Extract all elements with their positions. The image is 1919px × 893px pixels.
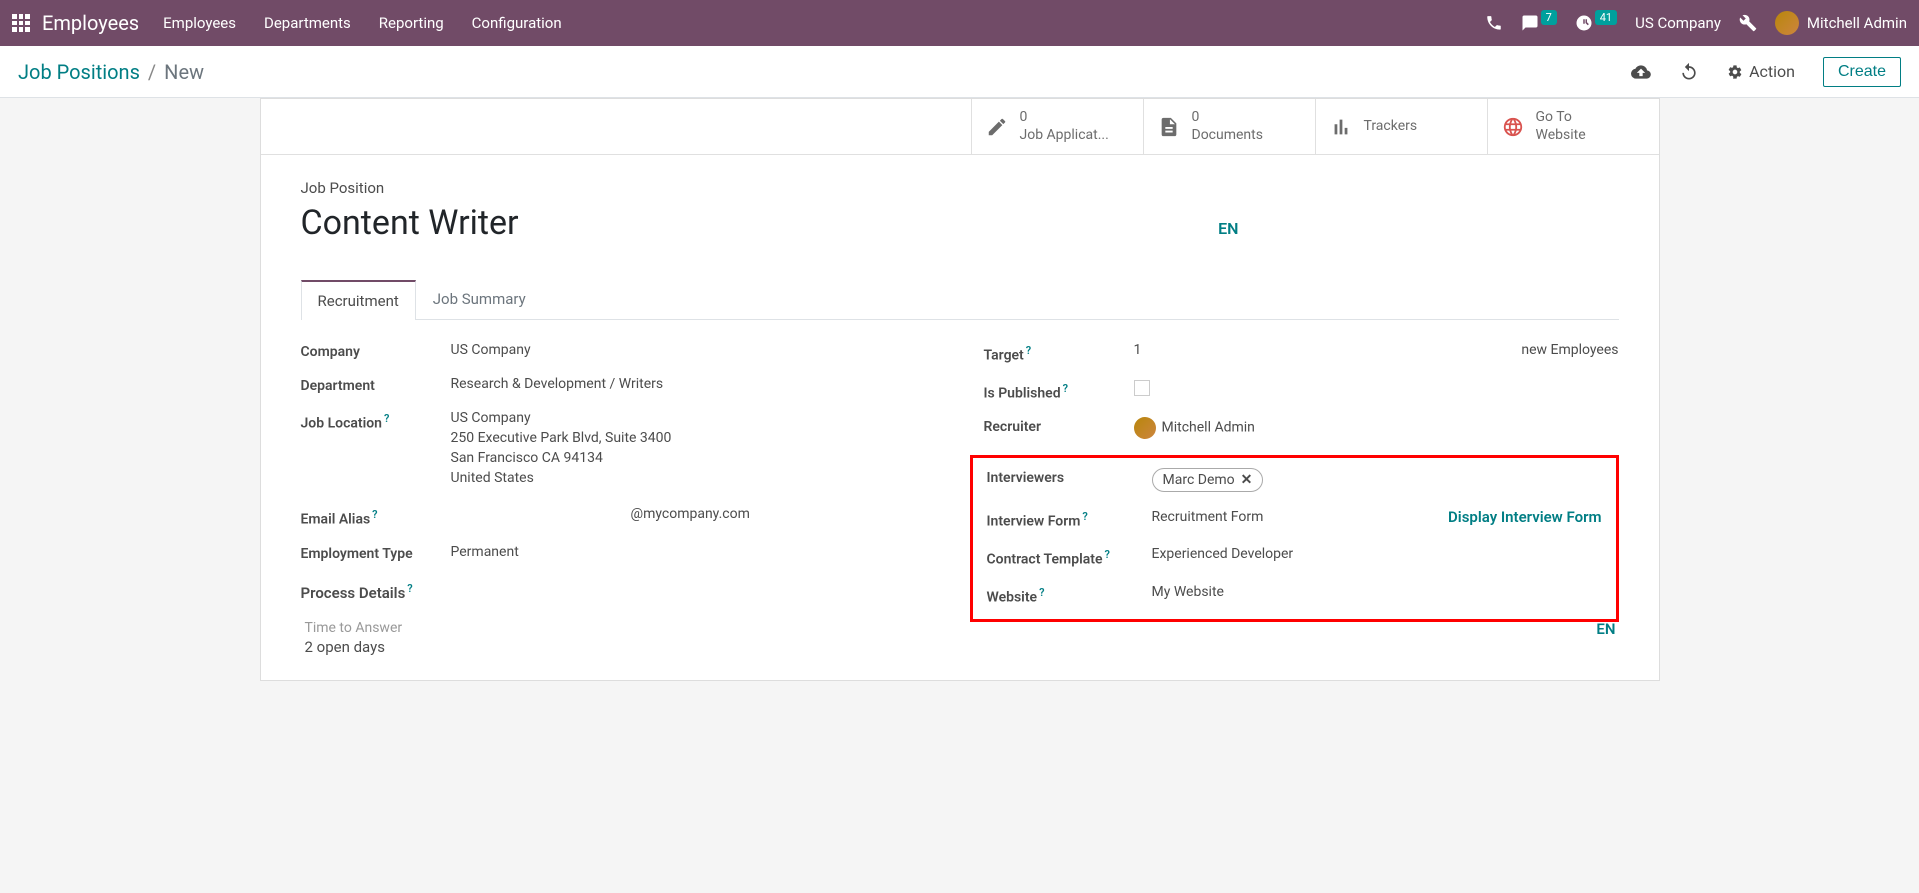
main-navbar: Employees Employees Departments Reportin…	[0, 0, 1919, 46]
employment-type-label: Employment Type	[301, 544, 451, 562]
stat-trackers[interactable]: Trackers	[1315, 99, 1487, 154]
voip-icon[interactable]	[1485, 14, 1503, 32]
nav-menu-reporting[interactable]: Reporting	[379, 14, 444, 32]
navbar-app-name[interactable]: Employees	[42, 11, 139, 35]
bar-chart-icon	[1330, 116, 1352, 138]
email-alias-label: Email Alias?	[301, 506, 451, 528]
department-label: Department	[301, 376, 451, 394]
help-icon[interactable]: ?	[1082, 510, 1087, 523]
tab-job-summary[interactable]: Job Summary	[416, 279, 543, 319]
target-value[interactable]: 1	[1134, 342, 1142, 358]
help-icon[interactable]: ?	[384, 412, 389, 425]
time-to-answer-value[interactable]: 2 open days	[305, 638, 936, 656]
stat-trackers-label: Trackers	[1364, 118, 1418, 136]
interviewers-label: Interviewers	[987, 468, 1152, 486]
company-switcher[interactable]: US Company	[1635, 14, 1721, 32]
contract-template-value[interactable]: Experienced Developer	[1152, 546, 1602, 562]
target-label: Target?	[984, 342, 1134, 364]
stat-website-label-2: Website	[1536, 127, 1586, 145]
nav-menu-employees[interactable]: Employees	[163, 14, 236, 32]
job-location-value[interactable]: US Company 250 Executive Park Blvd, Suit…	[451, 410, 936, 490]
user-menu[interactable]: Mitchell Admin	[1775, 11, 1907, 35]
department-value[interactable]: Research & Development / Writers	[451, 376, 936, 392]
tab-recruitment[interactable]: Recruitment	[301, 280, 416, 320]
recruiter-label: Recruiter	[984, 417, 1134, 435]
interviewer-tag[interactable]: Marc Demo ✕	[1152, 468, 1264, 492]
create-button[interactable]: Create	[1823, 57, 1901, 87]
time-to-answer-label: Time to Answer	[305, 620, 936, 636]
pencil-icon	[986, 116, 1008, 138]
form-col-left: Company US Company Department Research &…	[301, 342, 936, 656]
breadcrumb-root[interactable]: Job Positions	[18, 60, 140, 84]
website-field-value[interactable]: My Website	[1152, 584, 1602, 600]
stat-website-label-1: Go To	[1536, 109, 1586, 127]
lang-indicator[interactable]: EN	[1218, 219, 1238, 238]
recruiter-avatar	[1134, 417, 1156, 439]
action-label: Action	[1749, 62, 1795, 81]
stat-documents-count: 0	[1192, 109, 1263, 127]
breadcrumb-separator: /	[148, 60, 156, 84]
nav-menu-departments[interactable]: Departments	[264, 14, 351, 32]
job-position-title[interactable]: Content Writer	[301, 203, 1219, 243]
breadcrumb: Job Positions / New	[18, 60, 1631, 84]
interview-form-label: Interview Form?	[987, 508, 1152, 530]
title-label: Job Position	[301, 179, 1619, 197]
help-icon[interactable]: ?	[1105, 548, 1110, 561]
document-icon	[1158, 116, 1180, 138]
stat-job-app-label: Job Applicat...	[1020, 127, 1109, 145]
globe-icon	[1502, 116, 1524, 138]
action-dropdown[interactable]: Action	[1727, 62, 1795, 81]
cloud-save-icon[interactable]	[1631, 62, 1651, 82]
stat-go-to-website[interactable]: Go To Website	[1487, 99, 1659, 154]
help-icon[interactable]: ?	[372, 508, 377, 521]
debug-icon[interactable]	[1739, 14, 1757, 32]
stat-documents[interactable]: 0 Documents	[1143, 99, 1315, 154]
user-avatar	[1775, 11, 1799, 35]
display-interview-link[interactable]: Display Interview Form	[1448, 508, 1601, 526]
stat-documents-label: Documents	[1192, 127, 1263, 145]
website-field-label: Website?	[987, 584, 1152, 606]
help-icon[interactable]: ?	[1026, 344, 1031, 357]
email-alias-value[interactable]: @mycompany.com	[451, 506, 936, 522]
stat-job-app-count: 0	[1020, 109, 1109, 127]
form-sheet: 0 Job Applicat... 0 Documents Trackers	[260, 98, 1660, 681]
company-value[interactable]: US Company	[451, 342, 936, 358]
messages-badge: 7	[1541, 10, 1557, 25]
recruiter-value[interactable]: Mitchell Admin	[1134, 417, 1619, 439]
job-location-label: Job Location?	[301, 410, 451, 432]
activities-icon[interactable]: 41	[1575, 14, 1617, 32]
process-details-label: Process Details?	[301, 582, 936, 602]
help-icon[interactable]: ?	[1039, 586, 1044, 599]
help-icon[interactable]: ?	[407, 582, 412, 595]
user-name: Mitchell Admin	[1807, 14, 1907, 32]
breadcrumb-current: New	[164, 60, 204, 84]
nav-menu-configuration[interactable]: Configuration	[472, 14, 562, 32]
stat-buttons-row: 0 Job Applicat... 0 Documents Trackers	[261, 99, 1659, 155]
target-suffix: new Employees	[1521, 342, 1618, 358]
activities-badge: 41	[1595, 10, 1617, 25]
interview-form-value[interactable]: Recruitment Form	[1152, 509, 1264, 525]
apps-icon[interactable]	[12, 14, 30, 32]
stat-job-applications[interactable]: 0 Job Applicat...	[971, 99, 1143, 154]
contract-template-label: Contract Template?	[987, 546, 1152, 568]
messaging-icon[interactable]: 7	[1521, 14, 1557, 32]
company-label: Company	[301, 342, 451, 360]
employment-type-value[interactable]: Permanent	[451, 544, 936, 560]
highlighted-section: Interviewers Marc Demo ✕ Interview Form?	[970, 455, 1619, 622]
form-tabs: Recruitment Job Summary	[301, 279, 1619, 320]
control-panel: Job Positions / New Action Create	[0, 46, 1919, 98]
discard-icon[interactable]	[1679, 62, 1699, 82]
is-published-label: Is Published?	[984, 380, 1134, 402]
help-icon[interactable]: ?	[1063, 382, 1068, 395]
form-col-right: Target? 1 new Employees Is Published? Re…	[984, 342, 1619, 656]
remove-tag-icon[interactable]: ✕	[1241, 472, 1253, 488]
is-published-checkbox[interactable]	[1134, 380, 1150, 396]
